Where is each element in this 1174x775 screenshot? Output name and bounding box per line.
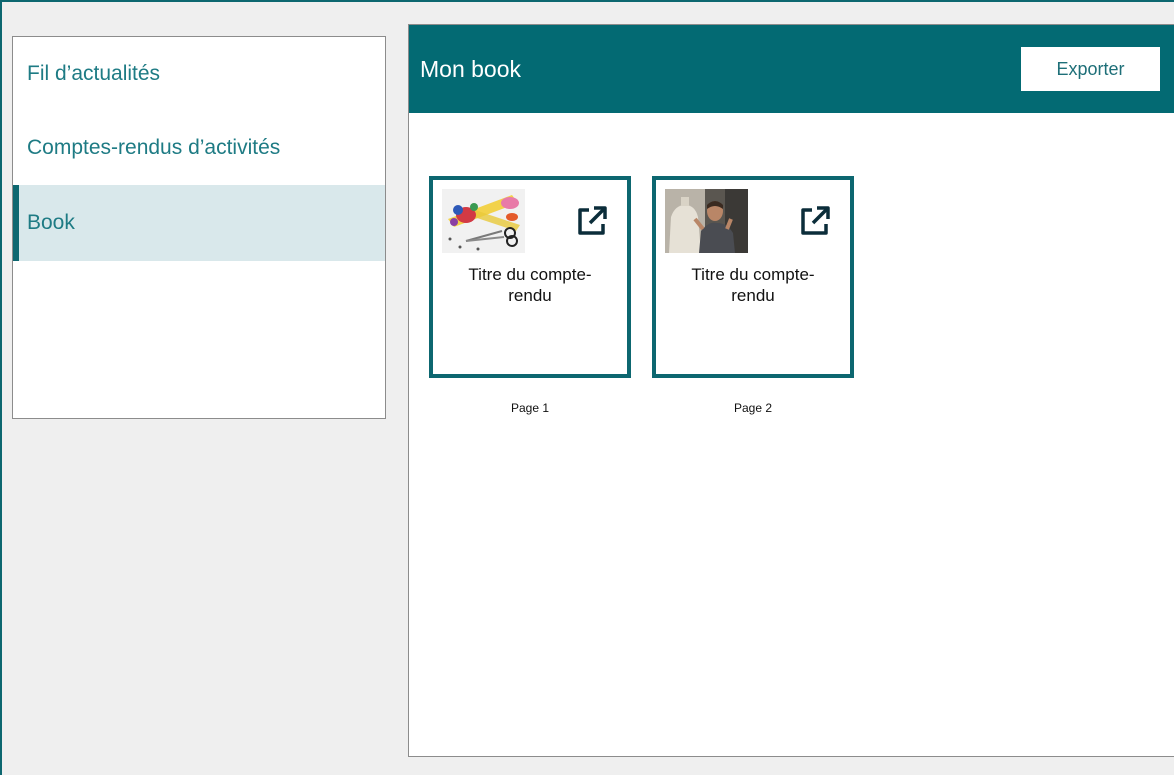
sidebar-item-news-feed[interactable]: Fil d’actualités: [13, 37, 385, 111]
sidebar-item-label: Fil d’actualités: [27, 62, 161, 85]
page-label: Page 1: [510, 401, 550, 415]
sidebar-item-activity-reports[interactable]: Comptes-rendus d’activités: [13, 111, 385, 185]
export-button[interactable]: Exporter: [1021, 47, 1160, 91]
external-link-icon[interactable]: [795, 200, 835, 240]
card-title-line-1: Titre du compte-: [468, 265, 592, 284]
card-title: Titre du compte- rendu: [433, 264, 627, 306]
card-title-line-2: rendu: [508, 286, 552, 305]
card-title: Titre du compte- rendu: [656, 264, 850, 306]
app-frame: Fil d’actualités Comptes-rendus d’activi…: [0, 0, 1174, 775]
card-title-line-1: Titre du compte-: [691, 265, 815, 284]
page-title: Mon book: [420, 56, 522, 82]
external-link-icon[interactable]: [572, 200, 612, 240]
report-card-page-2[interactable]: Titre du compte- rendu: [652, 176, 854, 378]
report-card-page-1[interactable]: Titre du compte- rendu: [429, 176, 631, 378]
sidebar-item-label: Book: [27, 211, 75, 234]
panel-header: Mon book Exporter: [409, 25, 1174, 113]
sidebar-item-label: Comptes-rendus d’activités: [27, 136, 281, 159]
sidebar-item-book[interactable]: Book: [13, 185, 385, 261]
tailor-with-mannequin-photo: [665, 189, 748, 253]
sidebar-nav: Fil d’actualités Comptes-rendus d’activi…: [12, 36, 386, 419]
sewing-supplies-photo: [442, 189, 525, 253]
main-panel: Mon book Exporter Titre du compte- rendu…: [408, 24, 1174, 757]
page-label: Page 2: [733, 401, 773, 415]
card-title-line-2: rendu: [731, 286, 775, 305]
